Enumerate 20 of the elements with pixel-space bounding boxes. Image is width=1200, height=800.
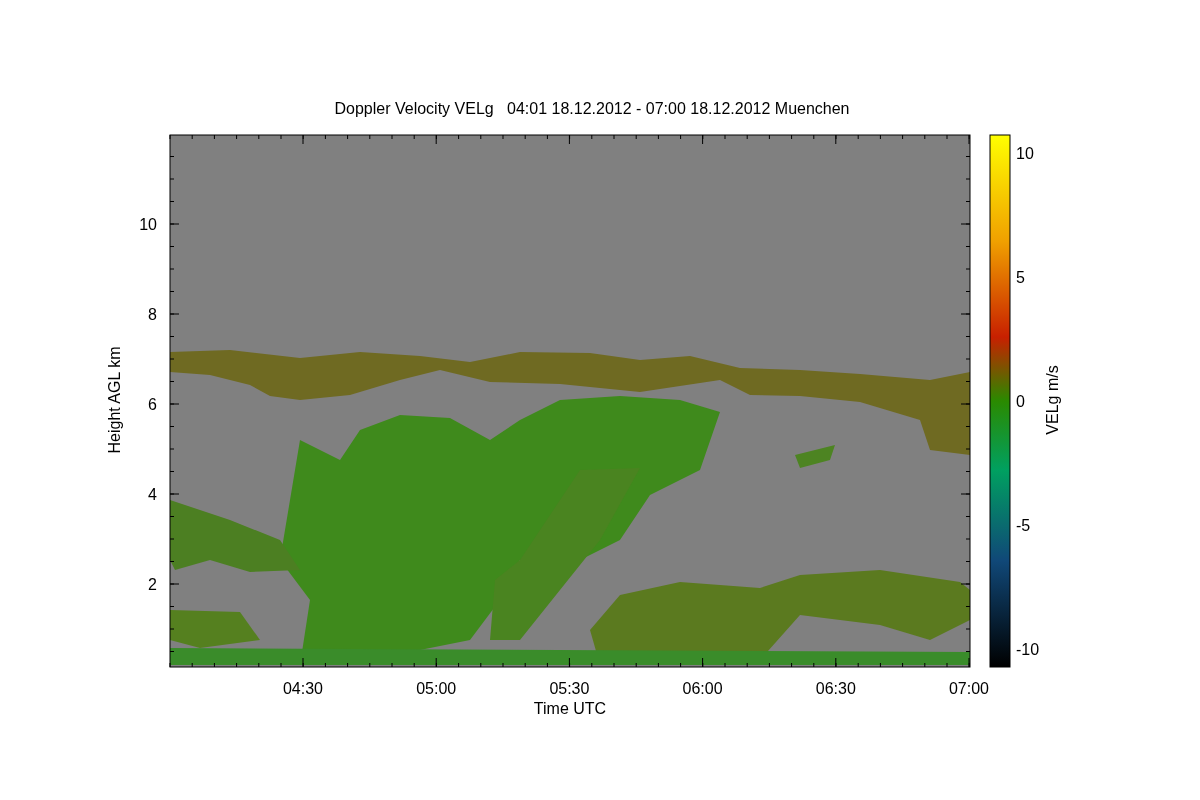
colorbar-tick-label: -10 bbox=[1016, 641, 1040, 658]
y-tick-label: 6 bbox=[148, 396, 157, 413]
y-tick-label: 8 bbox=[148, 306, 157, 323]
y-axis-label: Height AGL km bbox=[106, 346, 123, 454]
y-tick-label: 10 bbox=[139, 216, 157, 233]
colorbar-label: VELg m/s bbox=[1044, 365, 1061, 435]
colorbar-tick-label: -5 bbox=[1016, 517, 1031, 534]
y-tick-label: 4 bbox=[148, 486, 157, 503]
x-tick-label: 07:00 bbox=[949, 680, 989, 697]
x-tick-label: 05:00 bbox=[416, 680, 457, 697]
x-axis-label: Time UTC bbox=[533, 700, 607, 717]
colorbar-tick-label: 5 bbox=[1016, 269, 1025, 286]
x-tick-label: 04:30 bbox=[283, 680, 323, 697]
x-tick-label: 05:30 bbox=[549, 680, 590, 697]
colorbar-tick-label: 10 bbox=[1016, 145, 1034, 162]
x-tick-label: 06:00 bbox=[682, 680, 723, 697]
chart-title: Doppler Velocity VELg 04:01 18.12.2012 - 07:00 18.12.2012 Muenchen bbox=[334, 100, 850, 117]
x-tick-label: 06:30 bbox=[815, 680, 856, 697]
y-tick-label: 2 bbox=[148, 576, 157, 593]
colorbar-tick-label: 0 bbox=[1016, 393, 1025, 410]
